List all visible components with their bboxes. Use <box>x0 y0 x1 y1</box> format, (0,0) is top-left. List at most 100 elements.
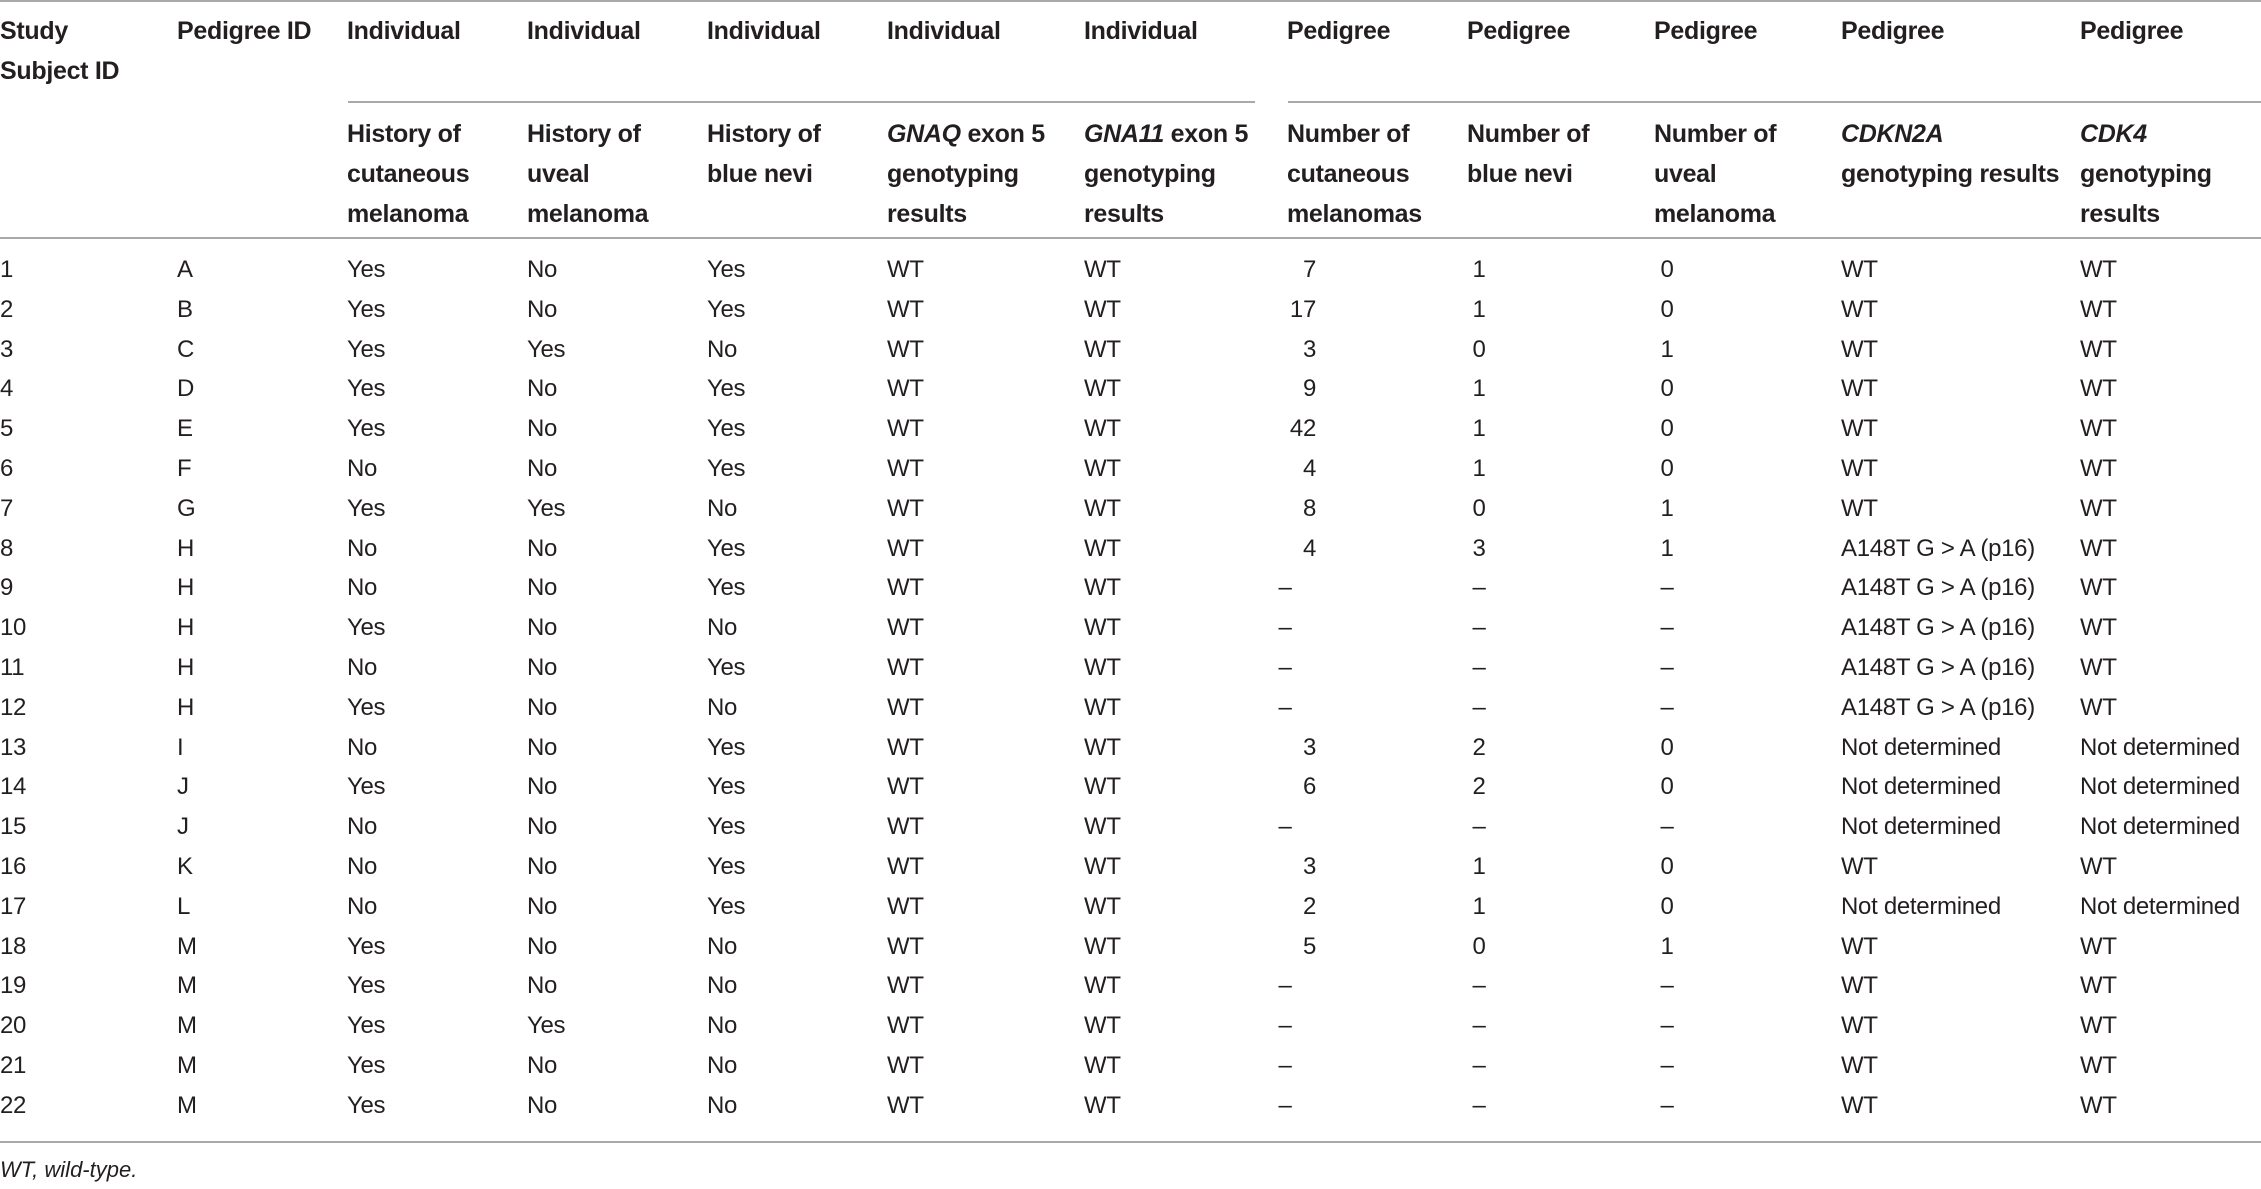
cell-history-cutaneous-melanoma: Yes <box>347 614 386 642</box>
cell-gna11-genotype: WT <box>1084 733 1121 761</box>
cell-gnaq-genotype: WT <box>887 932 924 960</box>
cell-history-blue-nevi: No <box>707 335 738 363</box>
cell-num-cutaneous-melanomas: – <box>1278 972 1292 1000</box>
table-row: 5 E Yes No Yes WT WT 42 1 0 WT WT <box>0 409 2261 449</box>
cell-cdkn2a-genotype: A148T G > A (p16) <box>1841 693 2035 721</box>
cell-history-cutaneous-melanoma: Yes <box>347 1052 386 1079</box>
cell-history-cutaneous-melanoma: No <box>347 813 378 841</box>
cell-history-blue-nevi: Yes <box>707 733 746 761</box>
cell-cdkn2a-genotype: WT <box>1841 853 1878 880</box>
cell-history-uveal-melanoma: No <box>527 1052 558 1079</box>
cell-pedigree-id: H <box>177 654 195 681</box>
cell-num-cutaneous-melanomas: 5 <box>1302 932 1316 960</box>
cell-pedigree-id: H <box>177 534 195 562</box>
cell-gna11-genotype: WT <box>1084 415 1121 443</box>
table-row: 11 H No No Yes WT WT – – – A148T G > A (p16) WT <box>0 648 2261 688</box>
gene-name: GNA11 <box>1084 120 1165 148</box>
table-row: 1 A Yes No Yes WT WT 7 1 0 WT WT <box>0 250 2261 290</box>
cell-num-blue-nevi: 1 <box>1472 295 1486 323</box>
cell-num-blue-nevi: 0 <box>1472 932 1486 960</box>
cell-num-uveal-melanoma: 0 <box>1660 455 1674 482</box>
cell-study-subject-id: 13 <box>0 733 27 761</box>
cell-study-subject-id: 15 <box>0 813 27 841</box>
cell-history-cutaneous-melanoma: Yes <box>347 375 386 403</box>
cell-history-blue-nevi: Yes <box>707 415 746 443</box>
column-header-cdk4-genotype: CDK4 genotyping results <box>2080 114 2253 234</box>
cell-num-uveal-melanoma: 0 <box>1660 415 1674 443</box>
cell-gnaq-genotype: WT <box>887 733 924 761</box>
table-row: 6 F No No Yes WT WT 4 1 0 WT WT <box>0 449 2261 489</box>
cell-num-cutaneous-melanomas: 17 <box>1289 295 1316 323</box>
table-row: 8 H No No Yes WT WT 4 3 1 A148T G > A (p16) WT <box>0 529 2261 569</box>
cell-num-uveal-melanoma: – <box>1660 574 1674 602</box>
cell-num-uveal-melanoma: 0 <box>1660 853 1674 880</box>
gene-name: CDKN2A <box>1841 120 1944 148</box>
cell-history-blue-nevi: Yes <box>707 853 746 880</box>
cell-num-blue-nevi: 1 <box>1472 853 1486 880</box>
cell-history-cutaneous-melanoma: No <box>347 733 378 761</box>
cell-num-uveal-melanoma: – <box>1660 1012 1674 1040</box>
cell-pedigree-id: F <box>177 455 192 482</box>
cell-num-cutaneous-melanomas: – <box>1278 1091 1292 1119</box>
cell-history-cutaneous-melanoma: No <box>347 853 378 880</box>
column-header-cdkn2a-genotype: CDKN2A genotyping results <box>1841 114 2068 194</box>
group-header-num-blue-nevi: Pedigree <box>1467 17 1571 45</box>
column-header-history-blue-nevi: History of blue nevi <box>707 114 874 194</box>
cell-study-subject-id: 2 <box>0 295 14 323</box>
cell-history-blue-nevi: Yes <box>707 256 746 283</box>
cell-history-uveal-melanoma: No <box>527 932 558 960</box>
cell-study-subject-id: 5 <box>0 415 14 443</box>
cell-cdkn2a-genotype: WT <box>1841 494 1878 522</box>
cell-gnaq-genotype: WT <box>887 415 924 443</box>
cell-gnaq-genotype: WT <box>887 654 924 681</box>
header-study-subject-id: Study Subject ID <box>0 17 120 85</box>
cell-history-uveal-melanoma: No <box>527 614 558 642</box>
cell-cdk4-genotype: WT <box>2080 256 2117 283</box>
cell-gnaq-genotype: WT <box>887 534 924 562</box>
cell-history-blue-nevi: No <box>707 693 738 721</box>
cell-pedigree-id: M <box>177 972 197 1000</box>
column-header-text: Number of uveal melanoma <box>1654 120 1777 228</box>
cell-gna11-genotype: WT <box>1084 335 1121 363</box>
cell-history-cutaneous-melanoma: Yes <box>347 932 386 960</box>
cell-history-cutaneous-melanoma: Yes <box>347 494 386 522</box>
cell-gna11-genotype: WT <box>1084 892 1121 920</box>
cell-cdkn2a-genotype: WT <box>1841 375 1878 403</box>
cell-history-uveal-melanoma: No <box>527 375 558 403</box>
column-header-text: genotyping results <box>2080 160 2212 228</box>
cell-history-blue-nevi: No <box>707 1091 738 1119</box>
cell-history-uveal-melanoma: No <box>527 295 558 323</box>
cell-study-subject-id: 3 <box>0 335 14 363</box>
cell-cdkn2a-genotype: Not determined <box>1841 813 2001 841</box>
cell-gnaq-genotype: WT <box>887 335 924 363</box>
cell-history-uveal-melanoma: No <box>527 892 558 920</box>
column-header-text: History of blue nevi <box>707 120 821 188</box>
header-bottom-rule <box>0 237 2261 239</box>
cell-cdk4-genotype: WT <box>2080 574 2117 602</box>
group-header-num-cutaneous-melanomas: Pedigree <box>1287 17 1391 45</box>
cell-cdkn2a-genotype: A148T G > A (p16) <box>1841 534 2035 562</box>
cell-history-uveal-melanoma: No <box>527 733 558 761</box>
cell-pedigree-id: D <box>177 375 195 403</box>
cell-gnaq-genotype: WT <box>887 574 924 602</box>
cell-pedigree-id: E <box>177 415 193 443</box>
cell-history-blue-nevi: No <box>707 1012 738 1040</box>
cell-gna11-genotype: WT <box>1084 1052 1121 1079</box>
cell-num-blue-nevi: – <box>1472 1012 1486 1040</box>
cell-cdkn2a-genotype: WT <box>1841 932 1878 960</box>
cell-history-blue-nevi: No <box>707 614 738 642</box>
cell-gnaq-genotype: WT <box>887 892 924 920</box>
cell-num-blue-nevi: 2 <box>1472 733 1486 761</box>
cell-num-blue-nevi: 2 <box>1472 773 1486 801</box>
cell-num-uveal-melanoma: 1 <box>1660 335 1674 363</box>
table-row: 9 H No No Yes WT WT – – – A148T G > A (p16) WT <box>0 568 2261 608</box>
cell-history-cutaneous-melanoma: Yes <box>347 773 386 801</box>
group-header-history-cutaneous-melanoma: Individual <box>347 17 461 45</box>
column-header-history-uveal-melanoma: History of uveal melanoma <box>527 114 694 234</box>
cell-num-uveal-melanoma: – <box>1660 972 1674 1000</box>
cell-num-cutaneous-melanomas: – <box>1278 1012 1292 1040</box>
cell-history-uveal-melanoma: Yes <box>527 494 566 522</box>
cell-study-subject-id: 11 <box>0 654 25 681</box>
pedigree-group-rule <box>1288 101 2261 103</box>
table-row: 15 J No No Yes WT WT – – – Not determined Not deter… <box>0 807 2261 847</box>
